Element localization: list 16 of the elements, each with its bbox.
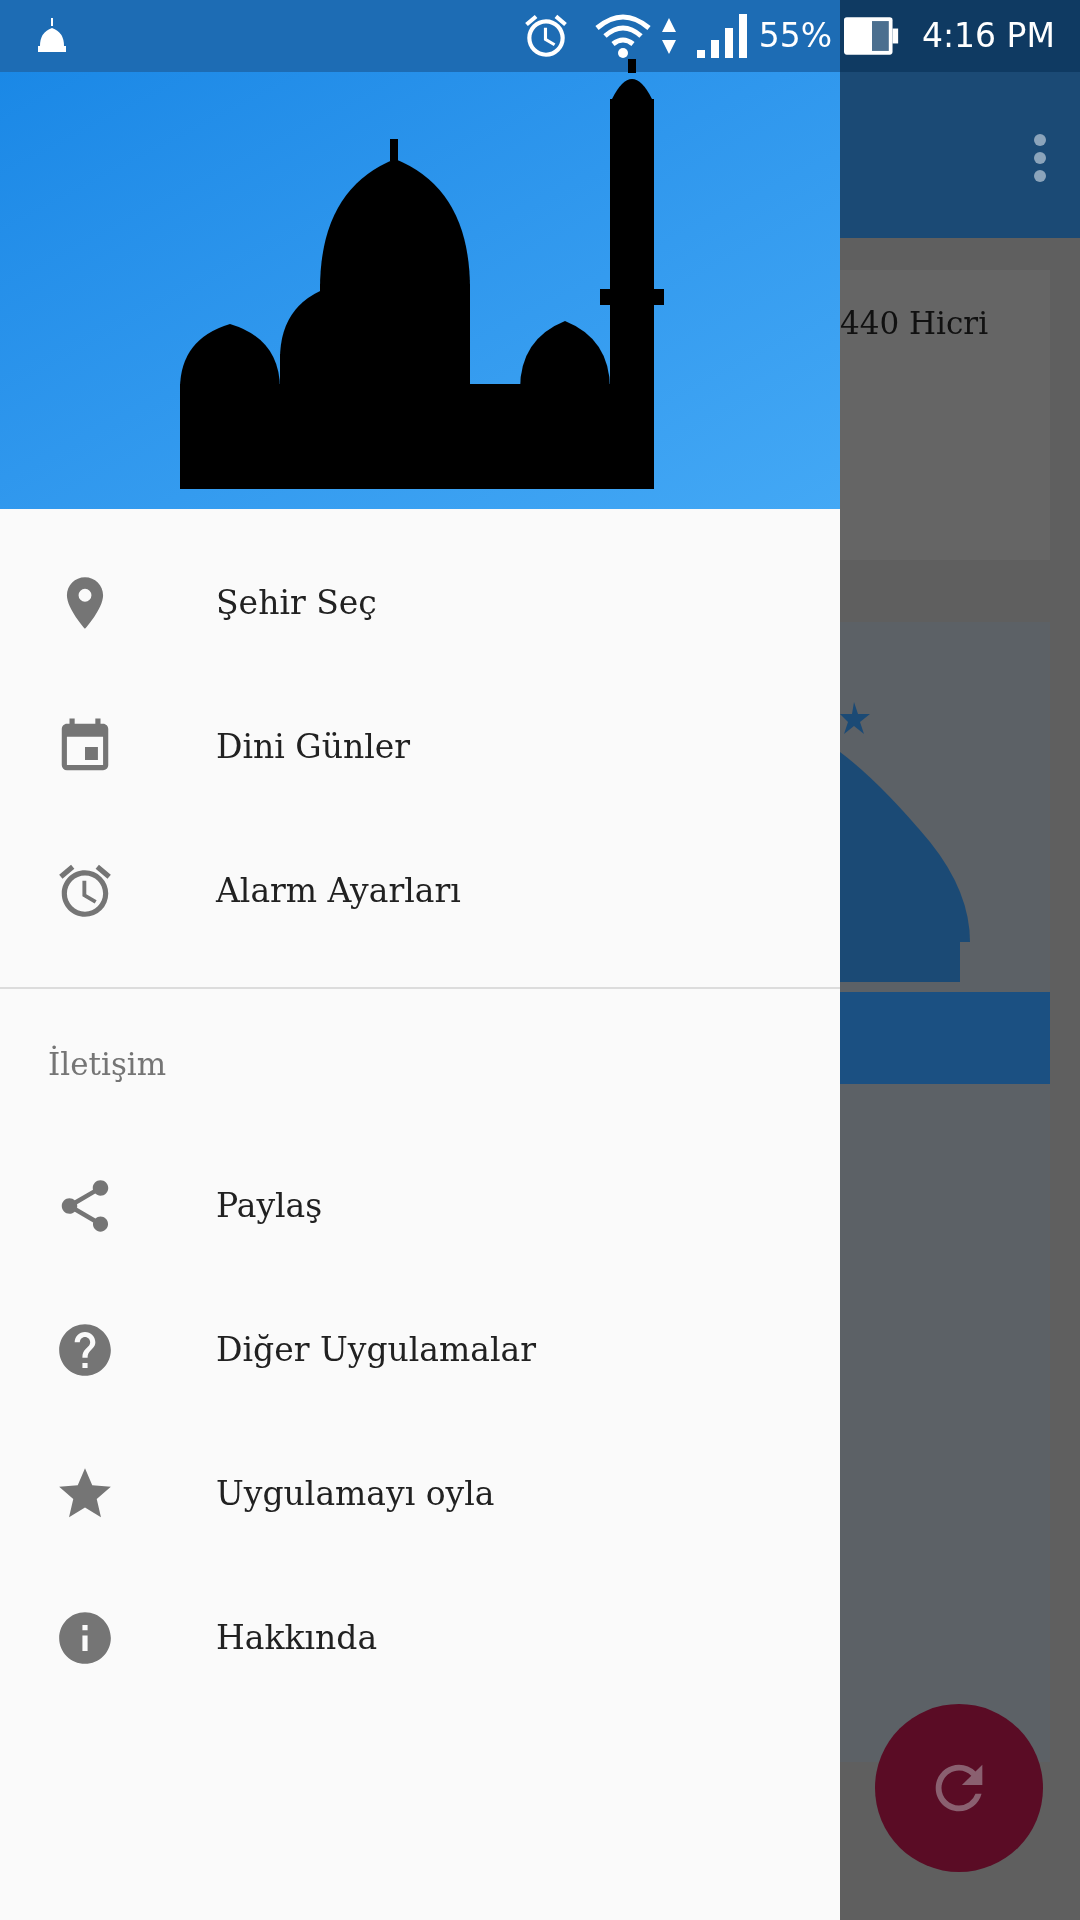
menu-item[interactable]: Alarm Ayarları xyxy=(0,819,840,963)
data-arrows-icon xyxy=(660,16,677,56)
menu-item[interactable]: Hakkında xyxy=(0,1565,840,1710)
battery-icon xyxy=(844,16,900,56)
more-menu-icon[interactable] xyxy=(1034,134,1046,182)
clock-time: 4:16 PM xyxy=(922,15,1055,58)
section-header: İletişim xyxy=(47,1044,168,1084)
mosque-dome-icon xyxy=(36,18,68,54)
menu-item[interactable]: Paylaş xyxy=(0,1133,840,1278)
menu-item[interactable]: Şehir Seç xyxy=(0,531,840,675)
hijri-date: 440 Hicri xyxy=(840,305,989,341)
signal-icon xyxy=(696,14,747,58)
menu-item[interactable]: Dini Günler xyxy=(0,675,840,819)
battery-percent: 55% xyxy=(758,15,832,58)
menu-item[interactable]: Uygulamayı oyla xyxy=(0,1421,840,1566)
menu-item[interactable]: Diğer Uygulamalar xyxy=(0,1277,840,1422)
